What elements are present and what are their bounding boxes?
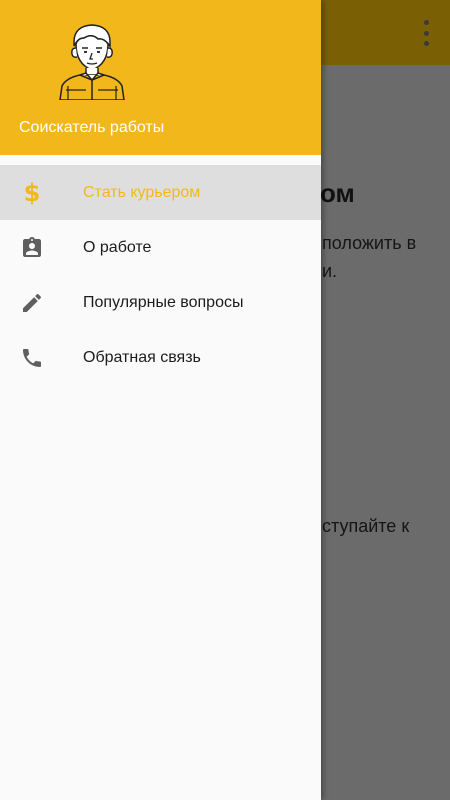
- avatar: [52, 20, 132, 101]
- overflow-menu-icon[interactable]: [416, 20, 436, 46]
- menu-item-label: О работе: [83, 238, 152, 256]
- drawer-header: Соискатель работы: [0, 0, 321, 155]
- menu-item-feedback[interactable]: Обратная связь: [0, 330, 321, 385]
- dollar-icon: $: [23, 178, 41, 207]
- background-text: положить в: [322, 233, 417, 253]
- menu-item-popular-questions[interactable]: Популярные вопросы: [0, 275, 321, 330]
- drawer-menu: $ Стать курьером О работе Популярные воп…: [0, 165, 321, 385]
- badge-icon: [19, 235, 45, 261]
- menu-item-become-courier[interactable]: $ Стать курьером: [0, 165, 321, 220]
- courier-avatar-icon: [59, 24, 125, 101]
- background-text: и.: [322, 261, 338, 281]
- menu-item-label: Обратная связь: [83, 348, 201, 366]
- background-heading: ом: [320, 178, 355, 208]
- menu-item-label: Популярные вопросы: [83, 293, 244, 311]
- screen: ом положить в и. ступайте к Соискатель р…: [0, 0, 450, 800]
- menu-item-label: Стать курьером: [83, 183, 201, 201]
- user-name: Соискатель работы: [19, 119, 165, 136]
- menu-item-about-job[interactable]: О работе: [0, 220, 321, 275]
- pencil-icon: [19, 290, 45, 316]
- background-text: ступайте к: [322, 516, 410, 536]
- navigation-drawer: Соискатель работы $ Стать курьером О раб…: [0, 0, 321, 800]
- phone-icon: [19, 345, 45, 371]
